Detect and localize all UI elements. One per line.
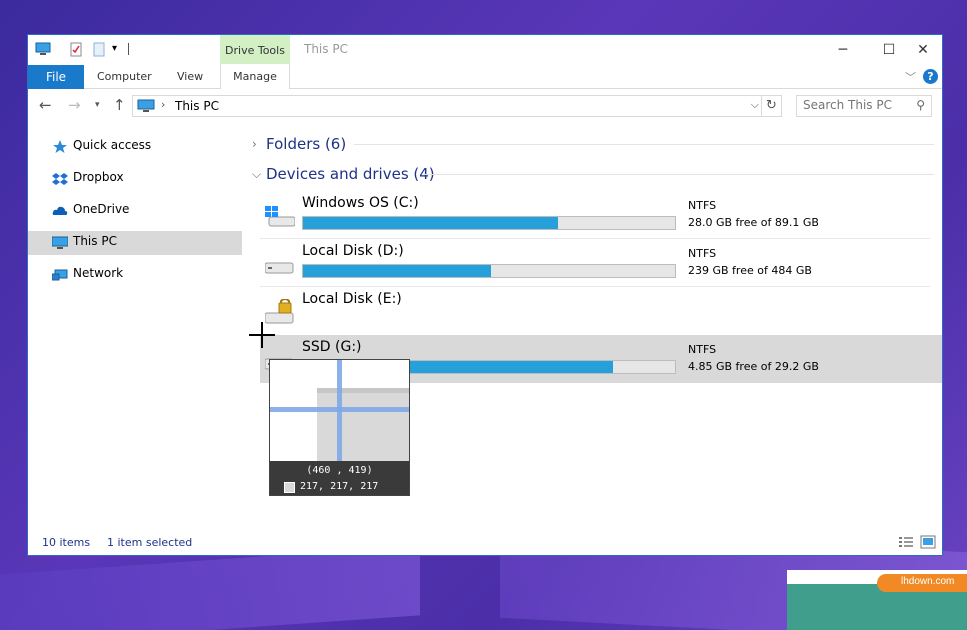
- sidebar-item-dropbox[interactable]: Dropbox: [28, 163, 242, 195]
- sidebar-item-onedrive[interactable]: OneDrive: [28, 195, 242, 227]
- back-arrow-icon[interactable]: ←: [39, 96, 52, 114]
- forward-arrow-icon[interactable]: →: [68, 96, 81, 114]
- drive-tools-context-tab: Drive Tools: [220, 35, 290, 65]
- drive-usage-fill: [303, 217, 559, 229]
- drive-name: Local Disk (E:): [302, 291, 402, 307]
- close-button[interactable]: ✕: [908, 39, 938, 61]
- sidebar-item-label: Network: [73, 266, 124, 280]
- drive-free-space: 28.0 GB free of 89.1 GB: [688, 216, 819, 229]
- window-title: This PC: [304, 42, 348, 56]
- recent-locations-icon[interactable]: ▾: [95, 100, 100, 110]
- drive-filesystem: NTFS: [688, 343, 717, 356]
- chevron-down-icon[interactable]: ﹀: [905, 69, 916, 85]
- ribbon-tabs: File Computer View Manage ﹀ ?: [28, 64, 942, 89]
- color-swatch: [284, 482, 295, 493]
- magnifier-info: (460 , 419) 217, 217, 217: [270, 461, 409, 495]
- sidebar-item-network[interactable]: Network: [28, 259, 242, 291]
- sidebar-item-this-pc[interactable]: This PC: [28, 231, 242, 255]
- up-arrow-icon[interactable]: ↑: [113, 96, 126, 114]
- properties-icon[interactable]: [68, 41, 84, 57]
- rgb-value: 217, 217, 217: [300, 481, 379, 492]
- drive-usage-fill: [303, 265, 492, 277]
- computer-icon: [137, 99, 155, 112]
- watermark: lhdown.com: [787, 570, 967, 630]
- chevron-down-icon[interactable]: ⌵: [751, 98, 759, 112]
- explorer-window: ▾ Drive Tools This PC ─ ☐ ✕ File Compute…: [27, 34, 943, 556]
- cloud-icon: [52, 206, 68, 215]
- drive-item-c[interactable]: Windows OS (C:) NTFS 28.0 GB free of 89.…: [260, 191, 942, 239]
- watermark-text: lhdown.com: [901, 576, 955, 587]
- group-divider: [354, 144, 934, 145]
- magnified-region: [317, 388, 409, 393]
- status-bar: 10 items 1 item selected: [28, 531, 942, 555]
- tab-manage[interactable]: Manage: [220, 64, 290, 89]
- breadcrumb-this-pc[interactable]: This PC: [175, 99, 219, 113]
- drive-free-space: 239 GB free of 484 GB: [688, 264, 812, 277]
- color-picker-magnifier: (460 , 419) 217, 217, 217: [269, 359, 410, 496]
- tab-file[interactable]: File: [28, 65, 84, 89]
- magnifier-view: [270, 360, 409, 461]
- drive-item-d[interactable]: Local Disk (D:) NTFS 239 GB free of 484 …: [260, 239, 942, 287]
- cursor-coordinates: (460 , 419): [306, 465, 373, 476]
- tab-computer[interactable]: Computer: [97, 65, 152, 89]
- windows-drive-icon: [265, 206, 295, 227]
- help-icon[interactable]: ?: [923, 69, 938, 84]
- sidebar-item-label: Quick access: [73, 138, 152, 152]
- tab-view[interactable]: View: [177, 65, 203, 89]
- address-row: ← → ▾ ↑ › This PC ⌵ ↻ ⚲: [28, 90, 942, 120]
- chevron-right-icon[interactable]: ›: [252, 137, 257, 151]
- sidebar-item-label: This PC: [73, 234, 117, 248]
- qa-dropdown-icon[interactable]: ▾: [112, 43, 128, 59]
- search-input[interactable]: [803, 98, 907, 112]
- group-folders[interactable]: › Folders (6): [248, 131, 942, 161]
- content-pane: › Folders (6) ⌵ Devices and drives (4) W…: [248, 131, 942, 383]
- group-title: Folders (6): [266, 135, 347, 153]
- locked-drive-icon: [265, 299, 294, 324]
- item-count: 10 items: [42, 536, 91, 549]
- magnified-region: [317, 388, 409, 461]
- navigation-pane: Quick access Dropbox OneDrive This PC Ne…: [28, 131, 242, 291]
- selection-count: 1 item selected: [107, 536, 193, 549]
- computer-icon: [35, 42, 51, 55]
- drive-item-e[interactable]: Local Disk (E:): [260, 287, 942, 335]
- large-icons-view-icon[interactable]: [920, 535, 936, 549]
- group-devices-and-drives[interactable]: ⌵ Devices and drives (4): [248, 161, 942, 191]
- drive-free-space: 4.85 GB free of 29.2 GB: [688, 360, 819, 373]
- maximize-button[interactable]: ☐: [874, 39, 904, 61]
- new-folder-icon[interactable]: [91, 41, 107, 57]
- crosshair-cursor: [249, 334, 275, 336]
- hard-drive-icon: [265, 262, 294, 274]
- sidebar-item-label: Dropbox: [73, 170, 124, 184]
- background-streak: [0, 545, 420, 630]
- breadcrumb-separator: ›: [161, 98, 166, 111]
- details-view-icon[interactable]: [898, 535, 914, 549]
- sidebar-item-label: OneDrive: [73, 202, 130, 216]
- magnifier-crosshair: [270, 407, 409, 412]
- computer-icon: [52, 236, 68, 249]
- drive-usage-bar: [302, 216, 676, 230]
- qa-separator: [128, 43, 129, 55]
- drive-name: Local Disk (D:): [302, 243, 404, 259]
- drive-filesystem: NTFS: [688, 247, 717, 260]
- drive-filesystem: NTFS: [688, 199, 717, 212]
- group-title: Devices and drives (4): [266, 165, 435, 183]
- chevron-down-icon[interactable]: ⌵: [252, 167, 261, 182]
- search-box[interactable]: ⚲: [796, 95, 932, 117]
- title-bar: ▾ Drive Tools This PC ─ ☐ ✕: [28, 35, 942, 65]
- sidebar-item-quick-access[interactable]: Quick access: [28, 131, 242, 163]
- minimize-button[interactable]: ─: [828, 39, 858, 61]
- drive-name: SSD (G:): [302, 339, 362, 355]
- drive-usage-bar: [302, 264, 676, 278]
- address-bar[interactable]: › This PC ⌵ ↻: [132, 95, 782, 117]
- network-icon: [52, 269, 68, 281]
- search-icon[interactable]: ⚲: [916, 98, 925, 112]
- star-icon: [53, 140, 67, 153]
- refresh-icon[interactable]: ↻: [761, 96, 781, 116]
- group-divider: [424, 174, 934, 175]
- dropbox-icon: [52, 173, 68, 185]
- drive-name: Windows OS (C:): [302, 195, 419, 211]
